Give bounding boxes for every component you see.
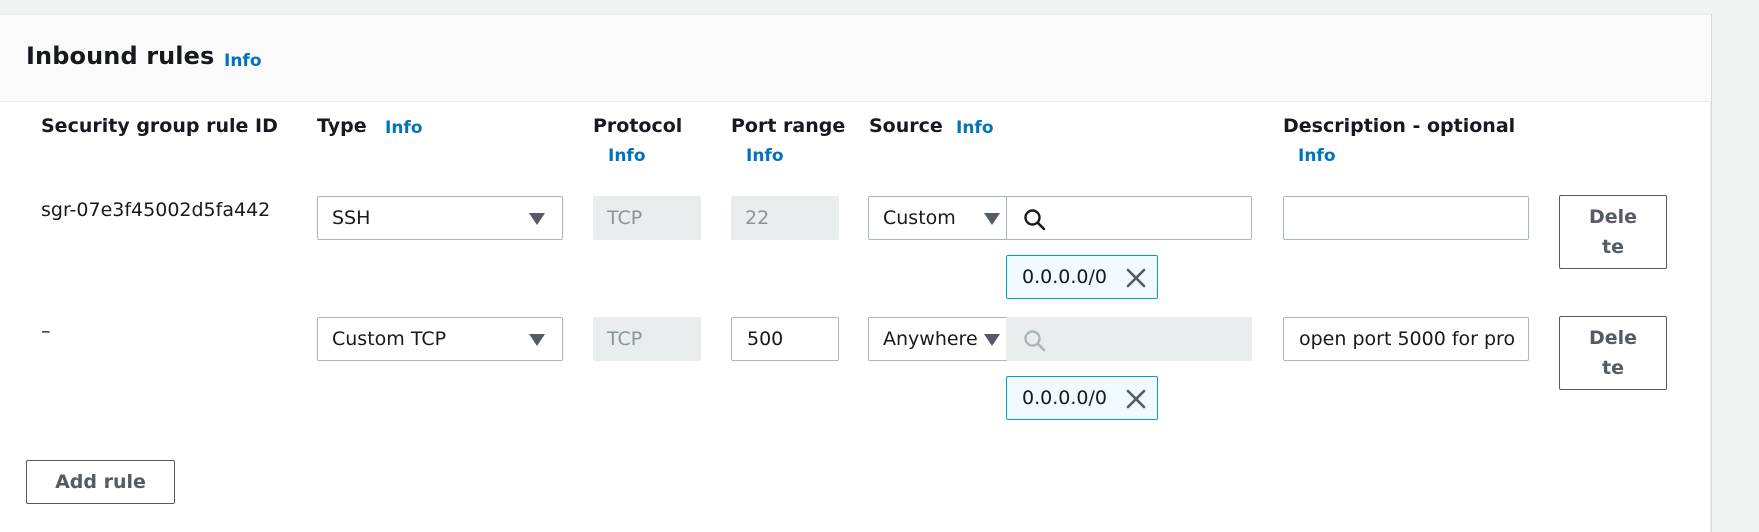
delete-rule-button[interactable]: Delete — [1559, 316, 1667, 390]
source-info-link[interactable]: Info — [956, 118, 994, 138]
type-select[interactable]: Custom TCP — [317, 317, 563, 361]
col-header-description: Description - optional — [1283, 115, 1516, 137]
rule-id-cell: – — [41, 320, 51, 342]
source-type-value: Anywhere — [883, 328, 978, 350]
source-cidr-token: 0.0.0.0/0 — [1006, 376, 1158, 420]
caret-down-icon — [984, 334, 1000, 346]
delete-button-label: Delete — [1588, 327, 1638, 379]
delete-button-label: Delete — [1588, 206, 1638, 258]
source-cidr-token: 0.0.0.0/0 — [1006, 255, 1158, 299]
panel-header: Inbound rules Info — [0, 15, 1711, 102]
caret-down-icon — [529, 213, 545, 225]
col-header-type: Type — [317, 115, 367, 137]
caret-down-icon — [529, 334, 545, 346]
col-header-protocol: Protocol — [593, 115, 683, 137]
protocol-field: TCP — [593, 196, 701, 240]
close-icon[interactable] — [1125, 267, 1147, 289]
source-search-input[interactable] — [1006, 196, 1252, 240]
search-icon — [1024, 209, 1046, 231]
col-header-port-range: Port range — [731, 115, 846, 137]
description-input[interactable] — [1283, 196, 1529, 240]
col-header-source: Source — [869, 115, 943, 137]
col-header-rule-id: Security group rule ID — [41, 115, 278, 137]
type-select-value: SSH — [332, 207, 371, 229]
type-info-link[interactable]: Info — [385, 118, 423, 138]
source-cidr-token-label: 0.0.0.0/0 — [1022, 266, 1107, 288]
source-type-select[interactable]: Custom — [868, 196, 1008, 240]
panel-title: Inbound rules — [26, 42, 215, 70]
search-icon — [1024, 330, 1046, 352]
rule-id-cell: sgr-07e3f45002d5fa442 — [41, 199, 271, 221]
source-cidr-token-label: 0.0.0.0/0 — [1022, 387, 1107, 409]
protocol-field: TCP — [593, 317, 701, 361]
source-search-input — [1006, 317, 1252, 361]
close-icon[interactable] — [1125, 388, 1147, 410]
caret-down-icon — [984, 213, 1000, 225]
protocol-info-link[interactable]: Info — [608, 146, 646, 166]
panel-info-link[interactable]: Info — [224, 51, 262, 71]
port-range-input[interactable]: 500 — [731, 317, 839, 361]
delete-rule-button[interactable]: Delete — [1559, 195, 1667, 269]
port-range-field: 22 — [731, 196, 839, 240]
scrollbar-track[interactable] — [1711, 14, 1759, 532]
type-select-value: Custom TCP — [332, 328, 447, 350]
description-input[interactable]: open port 5000 for pro — [1283, 317, 1529, 361]
port-range-info-link[interactable]: Info — [746, 146, 784, 166]
add-rule-button[interactable]: Add rule — [26, 460, 175, 504]
type-select[interactable]: SSH — [317, 196, 563, 240]
source-type-select[interactable]: Anywhere — [868, 317, 1008, 361]
inbound-rules-panel: Inbound rules Info Security group rule I… — [0, 14, 1711, 532]
description-info-link[interactable]: Info — [1298, 146, 1336, 166]
source-type-value: Custom — [883, 207, 956, 229]
